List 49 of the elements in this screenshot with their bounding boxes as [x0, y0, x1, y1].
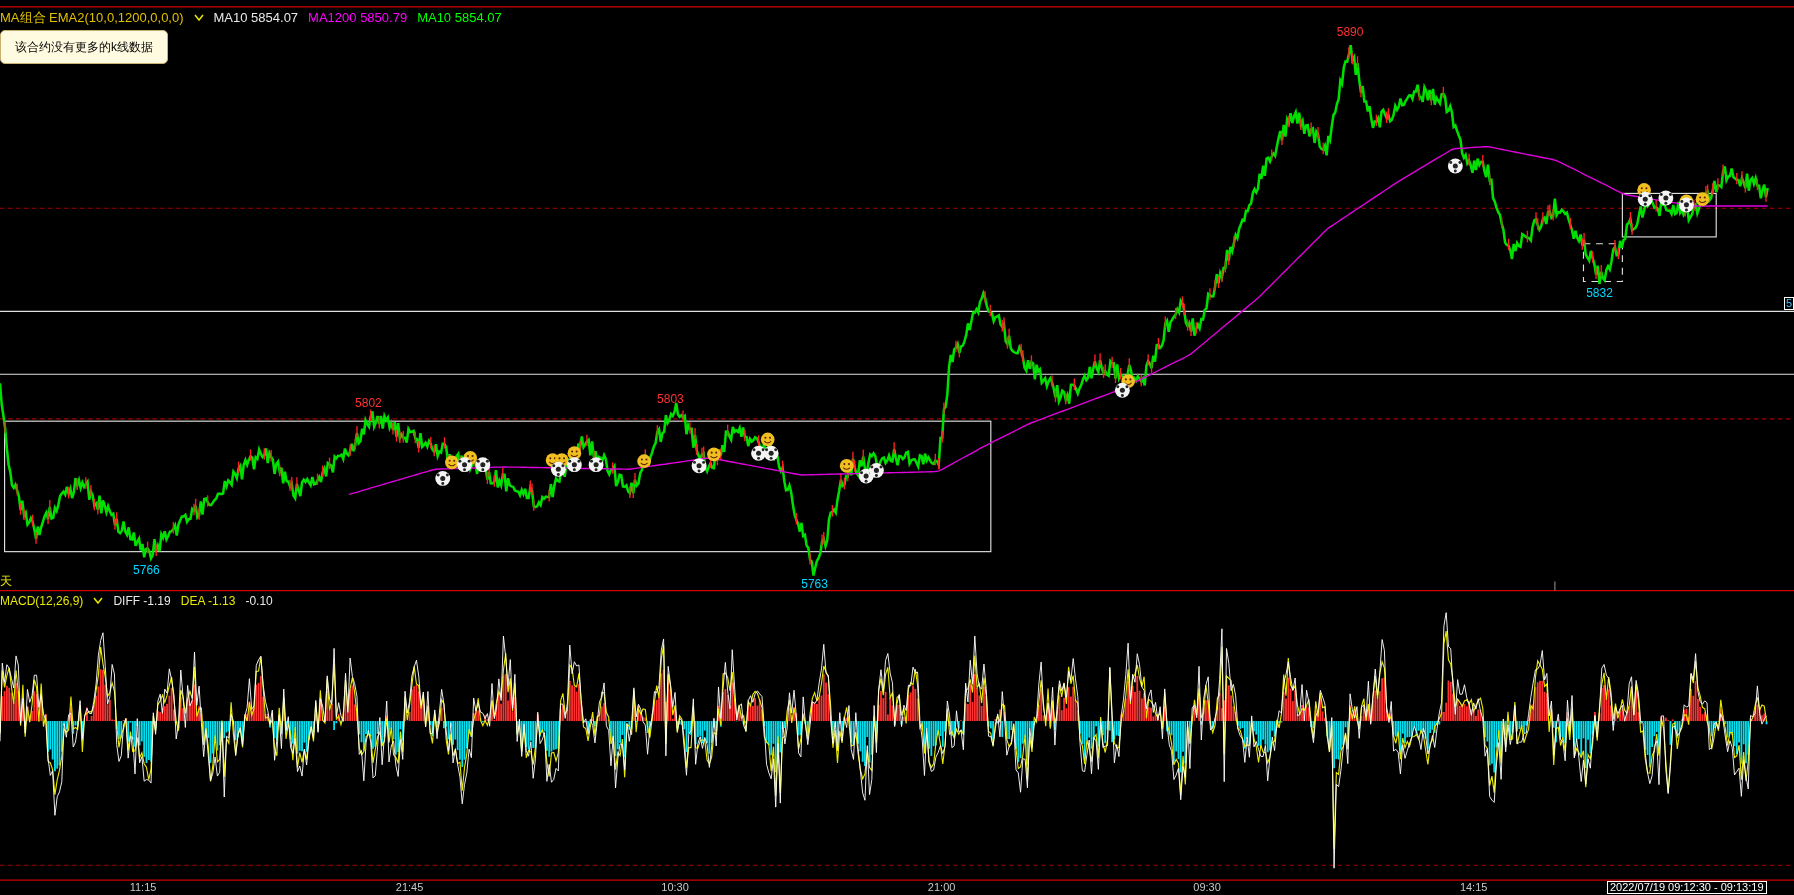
cursor-time-label: 2022/07/19 09:12:30 - 09:13:19 — [1607, 881, 1767, 894]
ball-icon — [691, 458, 707, 474]
ball-icon — [751, 445, 766, 461]
ball-icon — [763, 445, 779, 461]
smiley-icon — [760, 432, 775, 447]
price-label: 5766 — [133, 564, 160, 577]
time-label: 21:45 — [395, 882, 424, 893]
tick-mark — [1554, 580, 1556, 592]
smiley-icon — [707, 447, 721, 462]
smiley-icon — [445, 455, 459, 470]
tooltip: 该合约没有更多的k线数据 — [0, 30, 168, 64]
study-label: MA组合 EMA2(10,0,1200,0,0,0) — [0, 9, 184, 27]
ball-icon — [457, 457, 472, 473]
price-tag: 5 — [1783, 297, 1794, 310]
ball-icon — [868, 462, 884, 478]
indicator-value: MA10 5854.07 — [417, 9, 502, 27]
period-label: 天 — [0, 575, 12, 587]
ball-icon — [1447, 158, 1463, 174]
smiley-icon — [1695, 192, 1710, 206]
ball-icon — [1658, 190, 1674, 206]
ball-icon — [475, 457, 491, 473]
indicator-value: DIFF -1.19 — [113, 593, 171, 610]
ball-icon — [435, 470, 451, 486]
time-label: 09:30 — [1193, 882, 1221, 893]
chevron-down-icon — [93, 597, 104, 605]
ball-icon — [550, 461, 566, 477]
price-label: 5890 — [1336, 26, 1364, 39]
time-label: 21:00 — [927, 882, 956, 893]
ball-icon — [1679, 197, 1694, 213]
time-label: 14:15 — [1459, 882, 1488, 893]
indicator-value: DEA -1.13 — [180, 593, 236, 610]
range-box — [1582, 243, 1623, 283]
ball-icon — [566, 457, 582, 473]
smiley-icon — [637, 454, 651, 469]
price-label: 5763 — [801, 577, 828, 590]
ball-icon — [588, 457, 604, 473]
ball-icon — [1637, 191, 1653, 207]
price-label: 5832 — [1586, 287, 1613, 300]
time-label: 10:30 — [661, 882, 689, 893]
indicator-value: MA10 5854.07 — [213, 9, 299, 27]
ball-icon — [1114, 382, 1130, 398]
smiley-icon — [839, 458, 854, 473]
price-label: 5802 — [355, 397, 382, 410]
indicator-value: MA1200 5850.79 — [308, 9, 408, 27]
study-label: MACD(12,26,9) — [0, 593, 84, 610]
time-label: 11:15 — [129, 882, 157, 893]
chevron-down-icon — [193, 13, 204, 22]
price-label: 5803 — [657, 392, 684, 405]
indicator-value: -0.10 — [245, 593, 273, 610]
